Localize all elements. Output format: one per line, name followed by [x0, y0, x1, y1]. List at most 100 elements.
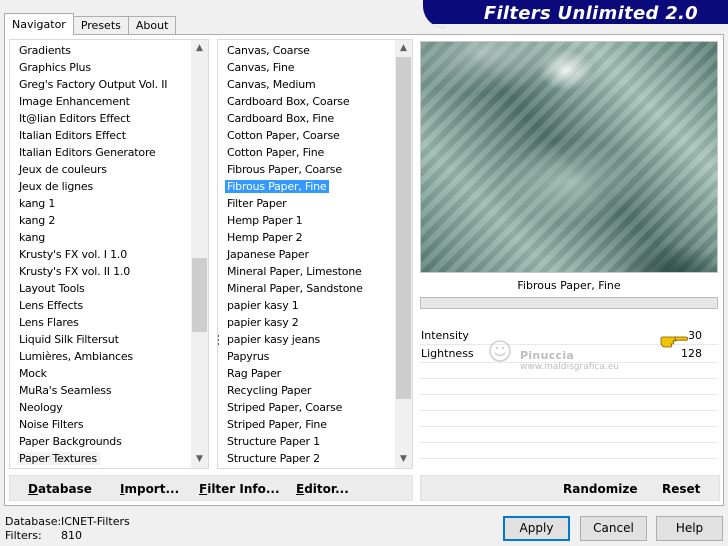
category-item[interactable]: kang — [10, 229, 191, 246]
category-item[interactable]: Lens Flares — [10, 314, 191, 331]
filter-item[interactable]: Recycling Paper — [218, 382, 395, 399]
category-item[interactable]: Image Enhancement — [10, 93, 191, 110]
filter-item[interactable]: Canvas, Fine — [218, 59, 395, 76]
filter-item[interactable]: Rag Paper — [218, 365, 395, 382]
filter-item[interactable]: Canvas, Medium — [218, 76, 395, 93]
category-item[interactable]: kang 2 — [10, 212, 191, 229]
reset-button[interactable]: Reset — [662, 482, 700, 496]
tab-about[interactable]: About — [127, 16, 177, 35]
filter-item[interactable]: Hemp Paper 1 — [218, 212, 395, 229]
mnemonic: E — [296, 482, 305, 496]
category-item[interactable]: Layout Tools — [10, 280, 191, 297]
filter-item-label: Striped Paper, Fine — [227, 418, 327, 431]
filter-item[interactable]: Canvas, Coarse — [218, 42, 395, 59]
apply-button[interactable]: Apply — [503, 516, 570, 541]
category-item[interactable]: Italian Editors Effect — [10, 127, 191, 144]
category-item[interactable]: It@lian Editors Effect — [10, 110, 191, 127]
database-label: Database: — [5, 515, 62, 528]
category-item[interactable]: Krusty's FX vol. I 1.0 — [10, 246, 191, 263]
category-item[interactable]: Noise Filters — [10, 416, 191, 433]
filter-item[interactable]: Fibrous Paper, Fine — [218, 178, 395, 195]
filter-item[interactable]: Japanese Paper — [218, 246, 395, 263]
mnemonic: F — [199, 482, 208, 496]
filter-item[interactable]: papier kasy 1 — [218, 297, 395, 314]
navigator-panel: Gradients Graphics Plus Greg's Factory Out… — [4, 34, 724, 506]
filter-item[interactable]: Mineral Paper, Limestone — [218, 263, 395, 280]
filter-scrollbar[interactable]: ▲ ▼ — [395, 40, 412, 468]
category-item-label: Krusty's FX vol. I 1.0 — [19, 248, 127, 261]
category-item[interactable]: Neology — [10, 399, 191, 416]
category-item[interactable]: Jeux de couleurs — [10, 161, 191, 178]
category-list-items: Gradients Graphics Plus Greg's Factory Out… — [10, 42, 191, 467]
import-button[interactable]: Import... — [120, 482, 179, 496]
filter-item-label: Canvas, Coarse — [227, 44, 310, 57]
category-item[interactable]: Paper Backgrounds — [10, 433, 191, 450]
filter-item[interactable]: Fibrous Paper, Coarse — [218, 161, 395, 178]
category-item[interactable]: Jeux de lignes — [10, 178, 191, 195]
filter-list[interactable]: Canvas, Coarse Canvas, Fine Canvas, Medium… — [217, 39, 413, 469]
help-button[interactable]: Help — [656, 516, 723, 541]
filter-item-label: Cardboard Box, Fine — [227, 112, 334, 125]
filter-item[interactable]: Cotton Paper, Fine — [218, 144, 395, 161]
watermark-logo-icon — [489, 340, 511, 362]
filter-item[interactable]: Papyrus — [218, 348, 395, 365]
category-item[interactable]: Krusty's FX vol. II 1.0 — [10, 263, 191, 280]
category-scroll-thumb[interactable] — [192, 258, 207, 332]
filter-item[interactable]: Striped Paper, Fine — [218, 416, 395, 433]
randomize-button[interactable]: Randomize — [563, 482, 637, 496]
filter-item-label: Cardboard Box, Coarse — [227, 95, 350, 108]
filter-item-label: Rag Paper — [227, 367, 281, 380]
filter-info-button[interactable]: Filter Info... — [199, 482, 280, 496]
param-row-empty — [420, 379, 718, 395]
label: ilter Info... — [207, 482, 280, 496]
category-item[interactable]: Paper Textures — [10, 450, 191, 467]
filter-item[interactable]: papier kasy 2 — [218, 314, 395, 331]
category-item[interactable]: Lens Effects — [10, 297, 191, 314]
category-item-label: Liquid Silk Filtersut — [19, 333, 119, 346]
filter-item-label: Striped Paper, Coarse — [227, 401, 343, 414]
category-item-label: Lens Flares — [19, 316, 79, 329]
category-item[interactable]: Greg's Factory Output Vol. II — [10, 76, 191, 93]
category-item[interactable]: kang 1 — [10, 195, 191, 212]
category-list[interactable]: Gradients Graphics Plus Greg's Factory Out… — [9, 39, 209, 469]
mnemonic: D — [28, 482, 38, 496]
category-item[interactable]: Gradients — [10, 42, 191, 59]
database-button[interactable]: Database — [28, 482, 92, 496]
category-item[interactable]: Graphics Plus — [10, 59, 191, 76]
category-item[interactable]: Liquid Silk Filtersut — [10, 331, 191, 348]
scroll-down-icon[interactable]: ▼ — [395, 451, 412, 468]
filter-item-label: papier kasy 2 — [227, 316, 299, 329]
tab-presets[interactable]: Presets — [72, 16, 129, 35]
filter-item-label: Cotton Paper, Coarse — [227, 129, 340, 142]
watermark: Pinuccia www.maldisgrafica.eu — [489, 340, 619, 372]
filter-item[interactable]: Cardboard Box, Coarse — [218, 93, 395, 110]
category-item[interactable]: Lumières, Ambiances — [10, 348, 191, 365]
tab-navigator[interactable]: Navigator — [4, 13, 74, 35]
category-item-label: Krusty's FX vol. II 1.0 — [19, 265, 131, 278]
filter-item[interactable]: papier kasy jeans — [218, 331, 395, 348]
filter-item-label: Hemp Paper 1 — [227, 214, 303, 227]
scroll-up-icon[interactable]: ▲ — [191, 40, 208, 57]
category-scrollbar[interactable]: ▲ ▼ — [191, 40, 208, 468]
filter-item-label: Japanese Paper — [227, 248, 309, 261]
title-banner: Filters Unlimited 2.0 — [423, 0, 728, 28]
param-value[interactable]: 30 — [688, 327, 702, 344]
category-item[interactable]: Mock — [10, 365, 191, 382]
favorite-marker-icon — [218, 335, 221, 345]
filter-item[interactable]: Filter Paper — [218, 195, 395, 212]
cancel-button[interactable]: Cancel — [580, 516, 647, 541]
scroll-up-icon[interactable]: ▲ — [395, 40, 412, 57]
filter-item[interactable]: Cardboard Box, Fine — [218, 110, 395, 127]
scroll-down-icon[interactable]: ▼ — [191, 451, 208, 468]
label: ditor... — [304, 482, 349, 496]
editor-button[interactable]: Editor... — [296, 482, 349, 496]
filter-item[interactable]: Structure Paper 2 — [218, 450, 395, 467]
category-item[interactable]: MuRa's Seamless — [10, 382, 191, 399]
filter-item[interactable]: Mineral Paper, Sandstone — [218, 280, 395, 297]
filter-item[interactable]: Cotton Paper, Coarse — [218, 127, 395, 144]
filter-item[interactable]: Hemp Paper 2 — [218, 229, 395, 246]
filter-item[interactable]: Structure Paper 1 — [218, 433, 395, 450]
filter-scroll-thumb[interactable] — [396, 57, 411, 399]
category-item[interactable]: Italian Editors Generatore — [10, 144, 191, 161]
filter-item[interactable]: Striped Paper, Coarse — [218, 399, 395, 416]
